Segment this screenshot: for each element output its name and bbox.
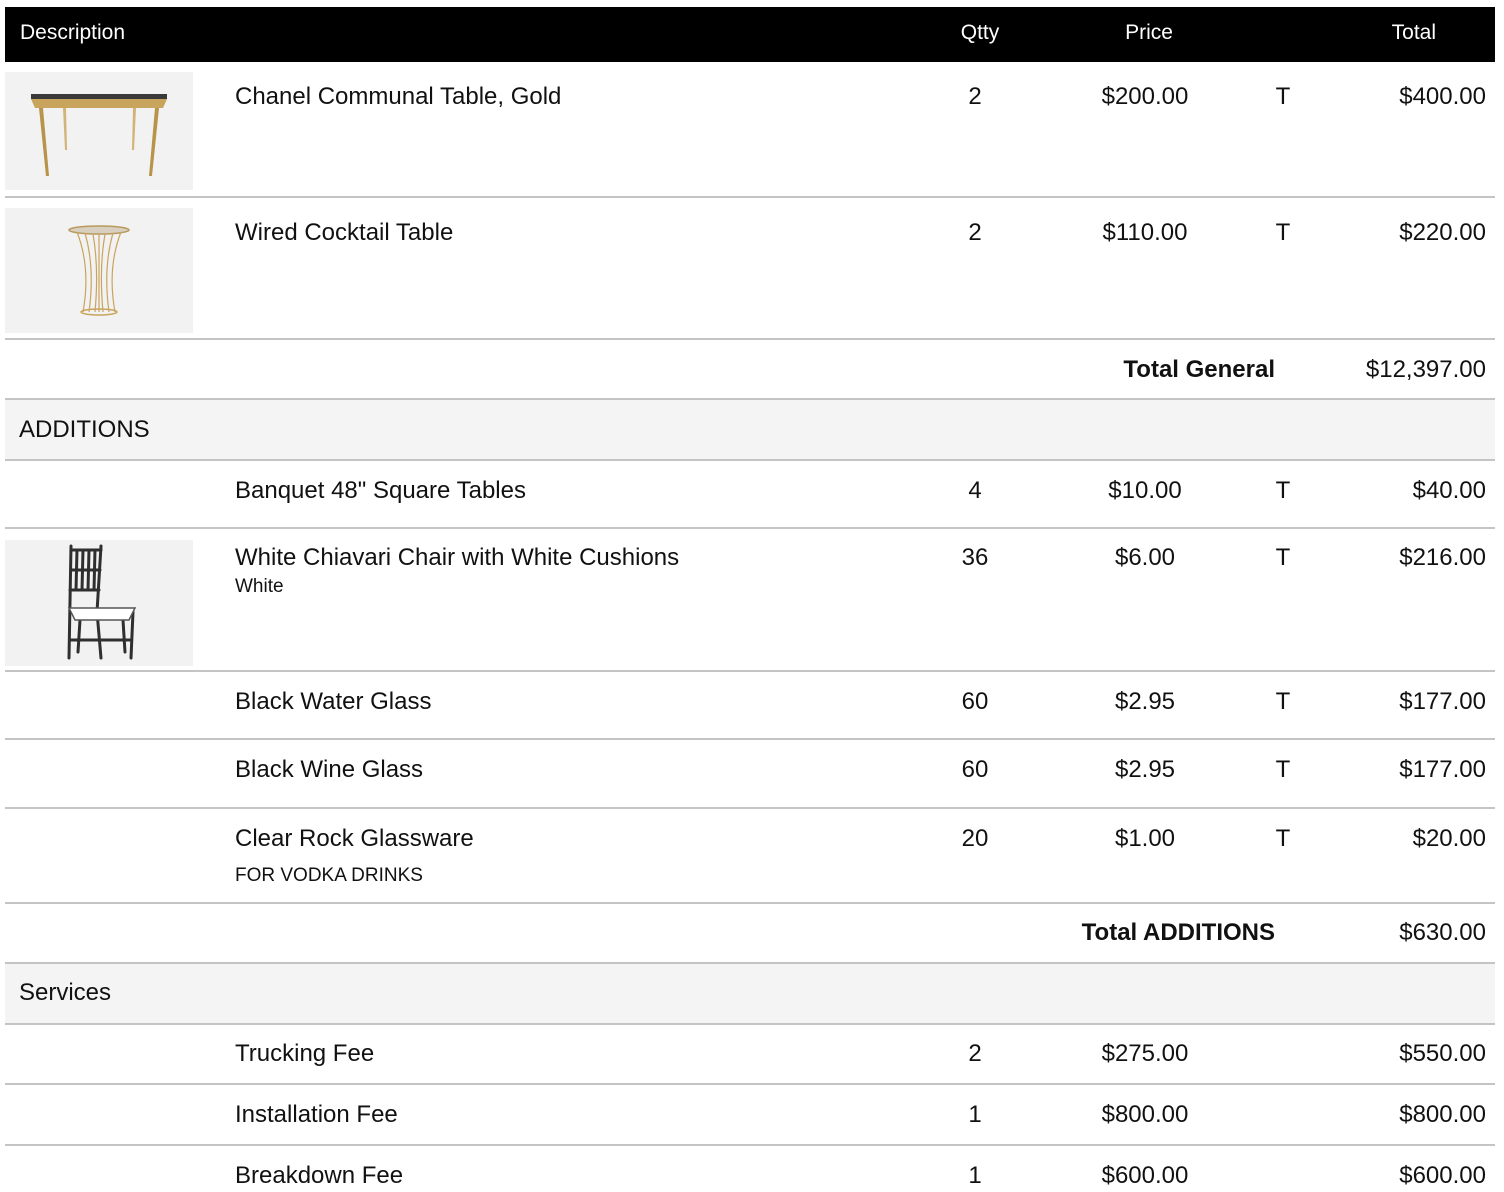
- item-qty: 36: [961, 544, 989, 571]
- item-total: $177.00: [1399, 688, 1486, 715]
- item-qty: 20: [961, 825, 989, 852]
- item-total: $550.00: [1399, 1040, 1486, 1067]
- table-row: Black Wine Glass 60 $2.95 T $177.00: [5, 740, 1495, 809]
- table-row: Wired Cocktail Table 2 $110.00 T $220.00: [5, 198, 1495, 340]
- item-description: Installation Fee: [235, 1101, 398, 1128]
- item-price: $10.00: [1108, 477, 1182, 504]
- item-total: $800.00: [1399, 1101, 1486, 1128]
- table-row: White Chiavari Chair with White Cushions…: [5, 529, 1495, 672]
- item-total: $177.00: [1399, 756, 1486, 783]
- item-qty: 2: [968, 83, 982, 110]
- item-description: Black Wine Glass: [235, 756, 424, 783]
- header-qty: Qtty: [960, 21, 1000, 44]
- item-description: Black Water Glass: [235, 688, 432, 715]
- item-price: $600.00: [1101, 1162, 1189, 1189]
- item-total: $220.00: [1399, 219, 1486, 246]
- subtotal-label: Total ADDITIONS: [1081, 919, 1275, 946]
- table-header: Description Qtty Price Total: [5, 7, 1495, 62]
- item-price: $2.95: [1114, 756, 1176, 783]
- section-header-additions: ADDITIONS: [5, 400, 1495, 461]
- item-tax-flag: T: [1275, 83, 1291, 110]
- item-description: Breakdown Fee: [235, 1162, 404, 1189]
- item-qty: 4: [968, 477, 982, 504]
- subtotal-label: Total General: [1123, 356, 1275, 383]
- subtotal-value: $630.00: [1399, 919, 1486, 946]
- subtotal-value: $12,397.00: [1365, 356, 1486, 383]
- header-description: Description: [20, 21, 126, 44]
- item-tax-flag: T: [1275, 688, 1291, 715]
- item-tax-flag: T: [1275, 756, 1291, 783]
- table-row: Breakdown Fee 1 $600.00 $600.00: [5, 1146, 1495, 1192]
- table-row: Black Water Glass 60 $2.95 T $177.00: [5, 672, 1495, 740]
- item-price: $800.00: [1101, 1101, 1189, 1128]
- item-description: Clear Rock Glassware: [235, 825, 474, 852]
- wire-cocktail-table-image: [5, 208, 193, 333]
- header-total: Total: [1391, 21, 1436, 44]
- table-row: Banquet 48" Square Tables 4 $10.00 T $40…: [5, 461, 1495, 529]
- header-price: Price: [1125, 21, 1173, 44]
- item-qty: 1: [968, 1101, 982, 1128]
- item-tax-flag: T: [1275, 477, 1291, 504]
- table-row: Clear Rock Glassware FOR VODKA DRINKS 20…: [5, 809, 1495, 904]
- item-qty: 2: [968, 219, 982, 246]
- item-description: Wired Cocktail Table: [235, 219, 454, 246]
- item-description: Banquet 48" Square Tables: [235, 477, 526, 504]
- item-total: $20.00: [1412, 825, 1486, 852]
- table-row: Installation Fee 1 $800.00 $800.00: [5, 1085, 1495, 1146]
- section-title: Services: [19, 979, 112, 1006]
- item-price: $275.00: [1101, 1040, 1189, 1067]
- item-price: $110.00: [1102, 219, 1188, 246]
- item-qty: 60: [961, 756, 989, 783]
- subtotal-row: Total ADDITIONS $630.00: [5, 904, 1495, 964]
- item-tax-flag: T: [1275, 825, 1291, 852]
- item-price: $1.00: [1114, 825, 1176, 852]
- item-qty: 60: [961, 688, 989, 715]
- item-total: $40.00: [1412, 477, 1486, 504]
- item-qty: 1: [968, 1162, 982, 1189]
- item-tax-flag: T: [1275, 544, 1291, 571]
- table-row: Chanel Communal Table, Gold 2 $200.00 T …: [5, 62, 1495, 198]
- item-total: $600.00: [1399, 1162, 1486, 1189]
- item-price: $6.00: [1114, 544, 1176, 571]
- section-header-services: Services: [5, 964, 1495, 1025]
- item-note: FOR VODKA DRINKS: [235, 865, 423, 886]
- table-row: Trucking Fee 2 $275.00 $550.00: [5, 1025, 1495, 1085]
- subtotal-row: Total General $12,397.00: [5, 340, 1495, 400]
- item-qty: 2: [968, 1040, 982, 1067]
- item-note: White: [235, 576, 284, 597]
- item-price: $200.00: [1101, 83, 1189, 110]
- chiavari-chair-image: [5, 540, 193, 666]
- item-total: $400.00: [1399, 83, 1486, 110]
- item-description: Trucking Fee: [235, 1040, 375, 1067]
- item-description: Chanel Communal Table, Gold: [235, 83, 562, 110]
- item-description: White Chiavari Chair with White Cushions: [235, 544, 680, 571]
- item-tax-flag: T: [1275, 219, 1291, 246]
- item-total: $216.00: [1399, 544, 1486, 571]
- section-title: ADDITIONS: [19, 416, 150, 443]
- gold-console-table-image: [5, 72, 193, 190]
- item-price: $2.95: [1114, 688, 1176, 715]
